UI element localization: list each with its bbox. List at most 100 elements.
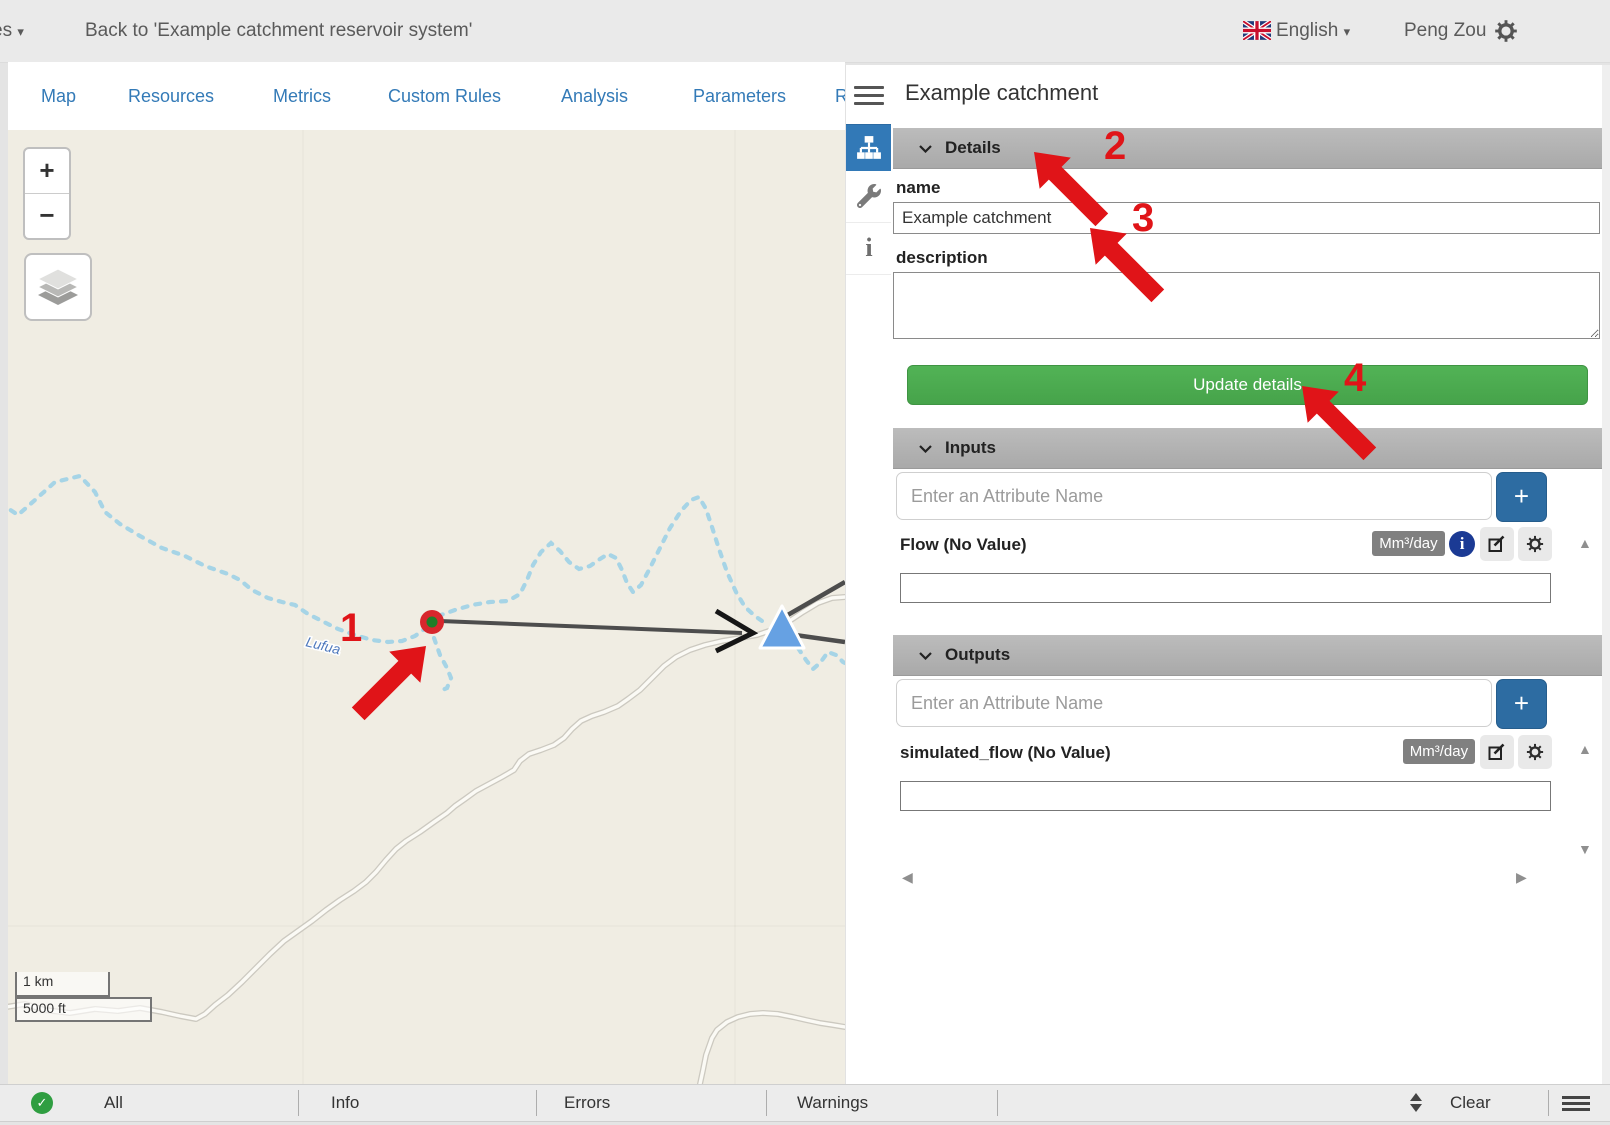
language-selector[interactable]: English ▾ (1276, 0, 1350, 63)
annotation-number-1: 1 (340, 608, 362, 648)
divider (536, 1090, 537, 1116)
panel-icon-sidebar: i (845, 65, 893, 1084)
scroll-up-icon[interactable]: ▲ (1578, 741, 1592, 757)
tab-resources[interactable]: Resources (128, 62, 214, 130)
attribute-label: simulated_flow (No Value) (900, 743, 1111, 762)
left-menu-dropdown[interactable]: es ▾ (0, 0, 24, 63)
details-section-header[interactable]: Details (893, 128, 1602, 169)
layers-button[interactable] (24, 253, 92, 321)
chevron-down-icon: ▾ (1344, 24, 1351, 39)
info-icon[interactable]: i (1449, 531, 1475, 557)
chevron-down-icon: ▾ (17, 24, 24, 39)
catchment-node[interactable] (420, 610, 444, 634)
zoom-out-button[interactable]: − (25, 194, 69, 238)
main-tab-bar: Map Resources Metrics Custom Rules Analy… (8, 62, 845, 130)
top-header-bar: es ▾ Back to 'Example catchment reservoi… (0, 0, 1610, 63)
inputs-attribute-name-input[interactable] (896, 472, 1492, 520)
edit-icon (1488, 743, 1506, 761)
edit-value-button[interactable] (1480, 735, 1514, 769)
sort-icon[interactable] (1410, 1093, 1422, 1112)
status-filter-all[interactable]: All (104, 1085, 123, 1121)
outputs-section-header[interactable]: Outputs (893, 635, 1602, 676)
user-settings-gear-icon[interactable] (1494, 19, 1518, 48)
sidebar-item-settings[interactable] (846, 170, 892, 223)
map-layers: Lufua (8, 130, 845, 1084)
inputs-section-header[interactable]: Inputs (893, 428, 1602, 469)
log-menu-button[interactable] (1562, 1093, 1590, 1114)
tab-analysis[interactable]: Analysis (561, 62, 628, 130)
edit-icon (1488, 535, 1506, 553)
layers-icon (36, 267, 80, 307)
wrench-icon (857, 184, 881, 208)
name-input[interactable] (893, 202, 1600, 234)
network-icon (856, 136, 882, 160)
plus-icon: + (1514, 481, 1529, 511)
gear-icon (1526, 535, 1544, 553)
language-label: English (1276, 20, 1338, 41)
name-label: name (896, 178, 940, 198)
panel-title: Example catchment (905, 80, 1098, 106)
panel-menu-button[interactable] (846, 79, 892, 111)
tab-parameters[interactable]: Parameters (693, 62, 786, 130)
map-zoom-control: + − (23, 147, 71, 240)
divider (298, 1090, 299, 1116)
zoom-in-button[interactable]: + (25, 149, 69, 194)
description-textarea[interactable] (893, 272, 1600, 339)
status-filter-warnings[interactable]: Warnings (797, 1085, 868, 1121)
info-icon: i (865, 233, 872, 262)
tab-custom-rules[interactable]: Custom Rules (388, 62, 501, 130)
left-menu-label: es (0, 20, 12, 41)
tab-metrics[interactable]: Metrics (273, 62, 331, 130)
tile-gridlines (8, 130, 845, 1084)
map-scale-control: 1 km 5000 ft (15, 972, 152, 1022)
plus-icon: + (1514, 688, 1529, 718)
chevron-down-icon (919, 145, 932, 153)
outputs-attribute-name-input[interactable] (896, 679, 1492, 727)
scale-metric: 1 km (15, 972, 110, 997)
update-details-button[interactable]: Update details (907, 365, 1588, 405)
unit-badge: Mm³/day (1403, 739, 1475, 764)
sidebar-item-network[interactable] (846, 124, 892, 171)
output-attribute-value[interactable] (900, 781, 1551, 811)
annotation-number-3: 3 (1132, 198, 1154, 238)
attribute-settings-button[interactable] (1518, 527, 1552, 561)
hamburger-icon (1562, 1096, 1590, 1111)
chevron-down-icon (919, 445, 932, 453)
river-label: Lufua (304, 633, 342, 657)
inputs-section-label: Inputs (945, 428, 996, 468)
outputs-section-label: Outputs (945, 635, 1010, 675)
map-canvas[interactable]: Lufua + − 1 km 5000 ft (8, 130, 845, 1084)
details-section-label: Details (945, 128, 1001, 168)
scroll-up-icon[interactable]: ▲ (1578, 535, 1592, 551)
outputs-add-attribute-button[interactable]: + (1496, 679, 1547, 729)
clear-log-button[interactable]: Clear (1450, 1085, 1491, 1121)
tab-results-clipped[interactable]: Re (835, 62, 845, 130)
scroll-left-icon[interactable]: ◀ (902, 869, 913, 886)
sidebar-item-info[interactable]: i (846, 222, 892, 275)
attribute-settings-button[interactable] (1518, 735, 1552, 769)
annotation-number-4: 4 (1344, 358, 1366, 398)
user-name: Peng Zou (1404, 0, 1486, 62)
attribute-label: Flow (No Value) (900, 535, 1027, 554)
status-filter-errors[interactable]: Errors (564, 1085, 610, 1121)
inputs-add-attribute-button[interactable]: + (1496, 472, 1547, 522)
properties-panel: Example catchment Details name descripti… (891, 65, 1610, 1084)
gear-icon (1526, 743, 1544, 761)
scroll-right-icon[interactable]: ▶ (1516, 869, 1527, 886)
input-attribute-row: Flow (No Value) Mm³/day i (900, 527, 1552, 563)
divider (766, 1090, 767, 1116)
check-circle-icon: ✓ (31, 1092, 53, 1114)
divider (997, 1090, 998, 1116)
scale-imperial: 5000 ft (15, 997, 152, 1022)
input-attribute-value[interactable] (900, 573, 1551, 603)
annotation-number-2: 2 (1104, 126, 1126, 166)
unit-badge: Mm³/day (1372, 531, 1444, 556)
divider (1548, 1090, 1549, 1116)
status-filter-info[interactable]: Info (331, 1085, 359, 1121)
edit-value-button[interactable] (1480, 527, 1514, 561)
uk-flag-icon (1243, 21, 1271, 45)
scroll-down-icon[interactable]: ▼ (1578, 841, 1592, 857)
back-link[interactable]: Back to 'Example catchment reservoir sys… (85, 0, 472, 62)
tab-map[interactable]: Map (41, 62, 76, 130)
description-label: description (896, 248, 988, 268)
